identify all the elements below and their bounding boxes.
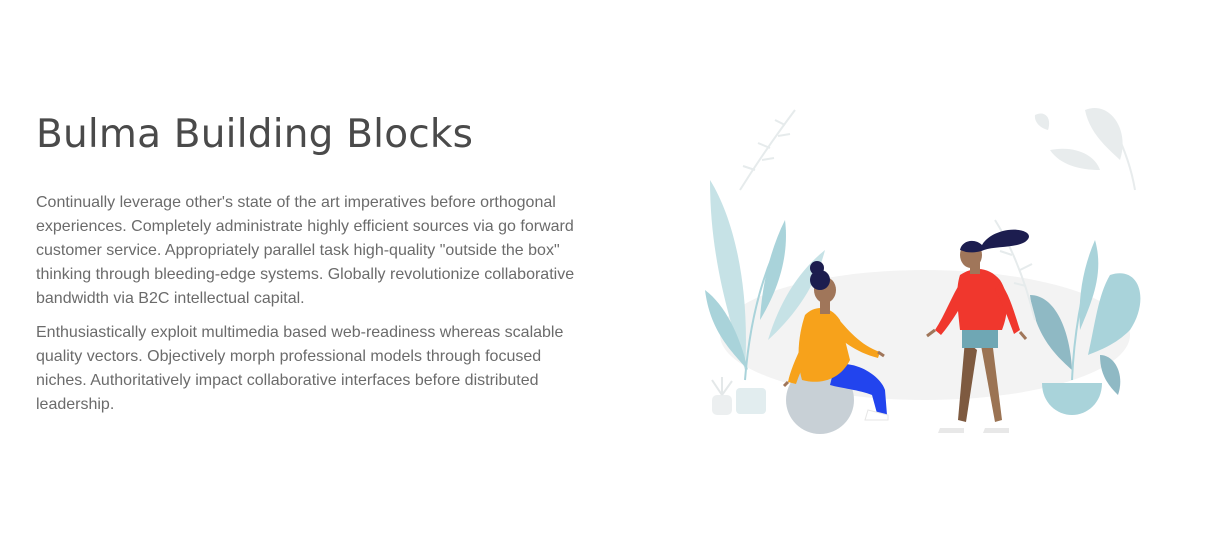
faint-leaves-decoration [1034, 108, 1136, 191]
hero-text-column: Bulma Building Blocks Continually levera… [36, 108, 596, 417]
people-with-plants-illustration [705, 108, 1141, 434]
hero-section: Bulma Building Blocks Continually levera… [0, 0, 1224, 555]
page-title: Bulma Building Blocks [36, 112, 474, 157]
standing-person [926, 229, 1029, 433]
faint-sprig-decoration [739, 109, 796, 191]
secondary-paragraph: Enthusiastically exploit multimedia base… [36, 324, 564, 413]
small-plant [711, 377, 733, 415]
intro-paragraph: Continually leverage other's state of th… [36, 194, 575, 307]
background-blob [720, 270, 1130, 400]
